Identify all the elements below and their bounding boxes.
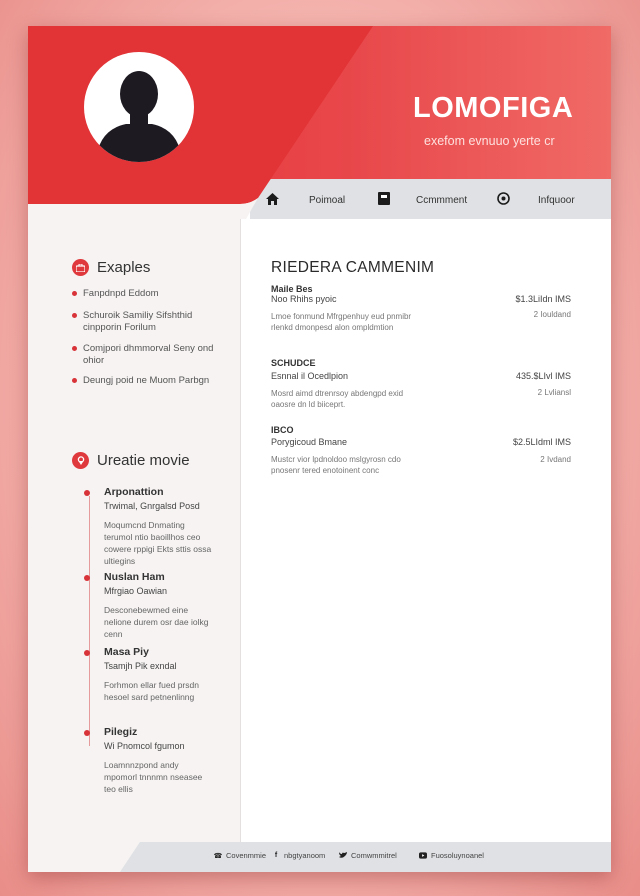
footer-item-facebook[interactable]: f nbgtyanoom (272, 851, 325, 860)
twitter-icon (339, 852, 347, 860)
youtube-icon (419, 852, 427, 860)
home-icon (266, 192, 279, 208)
timeline-item: Masa Piy Tsamjh Pik exndal Forhmon ellar… (84, 646, 214, 703)
footer-item-youtube[interactable]: Fuosoluynoanel (419, 851, 484, 860)
avatar (84, 52, 194, 162)
job-entry: Maile Bes Noo Rhihs pyoic $1.3LiIdn IMS 2… (271, 284, 571, 332)
main-title: RIEDERA CAMMENIM (271, 259, 435, 276)
job-entry: SCHUDCE Esnnal il Ocedlpion 435.$LIvl IMS… (271, 358, 571, 409)
briefcase-icon (72, 259, 89, 276)
person-tagline: exefom evnuuo yerte cr (424, 134, 555, 148)
list-item: Comjpori dhmmorval Seny ond ohior (72, 343, 222, 367)
clipboard-icon (378, 192, 390, 208)
section-title-experience: Exaples (72, 259, 150, 276)
facebook-icon: f (274, 852, 278, 859)
footer-item-phone[interactable]: ☎ Covenmmie (214, 851, 266, 860)
section-title-text: Ureatie movie (97, 452, 190, 469)
nav-label: Infquoor (538, 194, 575, 206)
timeline-item: Arponattion Trwimal, Gnrgalsd Posd Moqum… (84, 486, 214, 567)
location-icon (497, 192, 510, 208)
nav-label: Poimoal (309, 194, 346, 206)
job-entry: IBCO Porygicoud Bmane $2.5LIdml IMS 2 Ivd… (271, 425, 571, 475)
list-item: Deungj poid ne Muom Parbgn (72, 375, 222, 387)
person-name: LOMOFIGA (413, 92, 574, 124)
list-item: Fanpdnpd Eddom (72, 288, 222, 300)
timeline-item: Pilegiz Wi Pnomcol fgumon Loamnnzpond an… (84, 726, 214, 795)
phone-icon: ☎ (213, 852, 223, 860)
footer-item-twitter[interactable]: Comwmmitrel (339, 851, 397, 860)
nav-item-home[interactable]: Poimoal (266, 192, 345, 208)
resume-sheet: LOMOFIGA exefom evnuuo yerte cr Poimoal … (28, 26, 611, 872)
timeline-item: Nuslan Ham Mfrgiao Oawian Desconebewmed … (84, 571, 214, 640)
location-pin-icon (72, 452, 89, 469)
section-title-text: Exaples (97, 259, 151, 276)
nav-item-info[interactable]: Infquoor (497, 192, 575, 208)
nav-item-comment[interactable]: Ccmmment (378, 192, 467, 208)
section-title-education: Ureatie movie (72, 452, 190, 469)
nav-label: Ccmmment (416, 194, 468, 206)
list-item: Schuroik Samiliy Sifshthid cinpporin For… (72, 310, 222, 334)
